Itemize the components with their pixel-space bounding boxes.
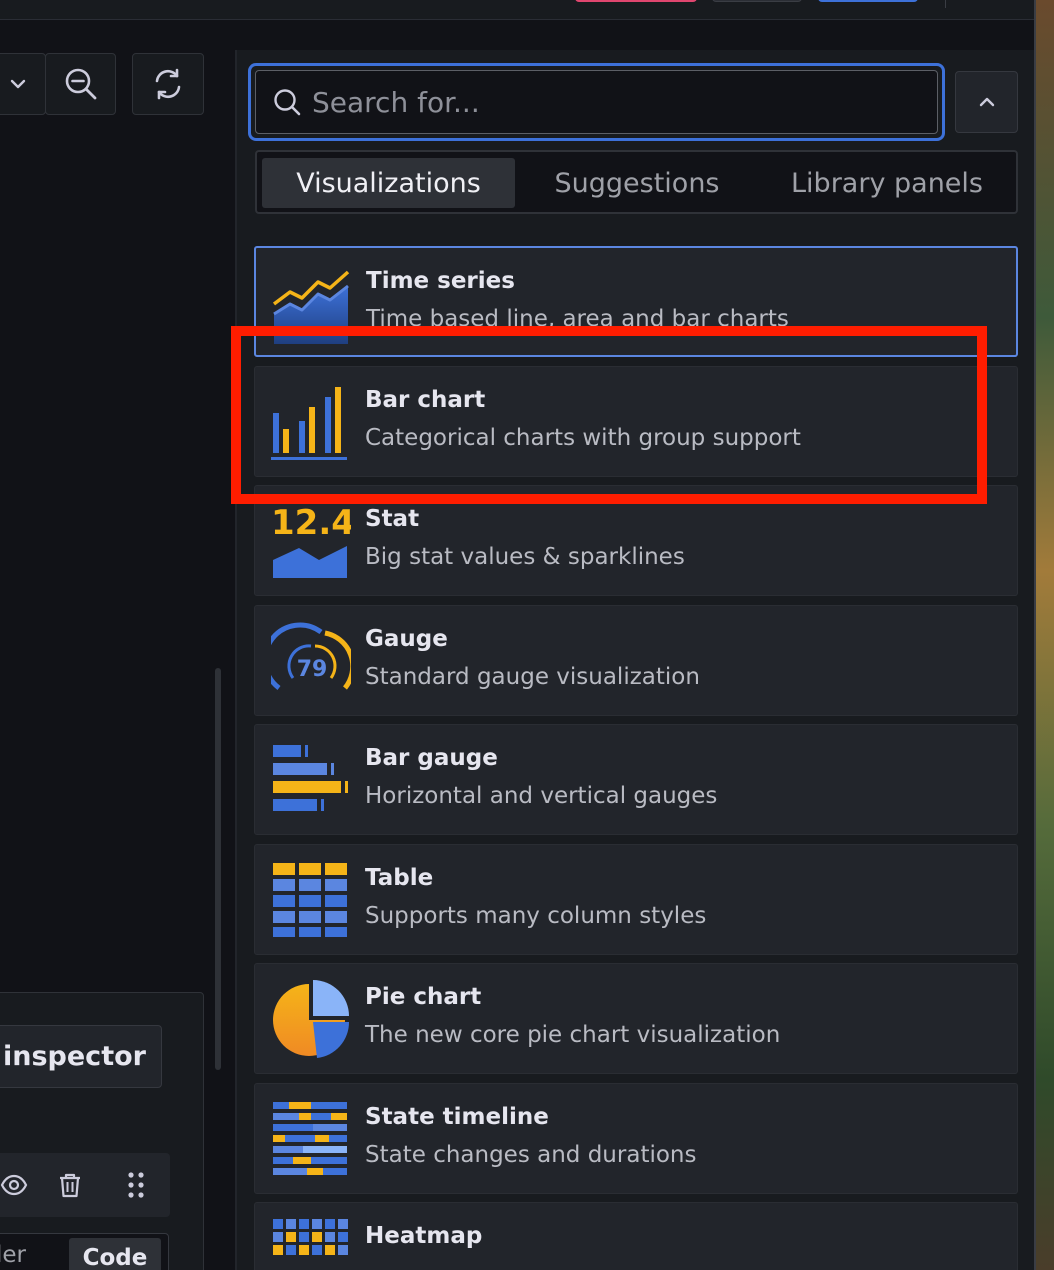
- zoom-out-button[interactable]: [45, 53, 116, 115]
- tab-suggestions[interactable]: Suggestions: [527, 158, 747, 208]
- viz-card-bar-chart[interactable]: Bar chart Categorical charts with group …: [254, 366, 1018, 477]
- viz-description: State changes and durations: [365, 1142, 697, 1168]
- viz-description: The new core pie chart visualization: [365, 1022, 781, 1048]
- table-icon: [273, 863, 347, 937]
- bar-gauge-icon: [273, 745, 348, 811]
- discard-button[interactable]: [575, 0, 697, 2]
- top-toolbar: [0, 0, 1036, 20]
- viz-card-pie-chart[interactable]: Pie chart The new core pie chart visuali…: [254, 963, 1018, 1074]
- search-field[interactable]: [248, 63, 945, 141]
- apply-button[interactable]: [818, 0, 918, 2]
- refresh-icon: [155, 68, 181, 100]
- query-inspector-label: inspector: [3, 1041, 146, 1072]
- viz-name: Table: [365, 865, 434, 891]
- viz-name: Gauge: [365, 626, 448, 652]
- zoom-out-icon: [65, 68, 96, 100]
- drag-handle-icon[interactable]: [118, 1167, 154, 1203]
- chevron-down-icon: [10, 79, 26, 89]
- viz-description: Standard gauge visualization: [365, 664, 700, 690]
- search-input[interactable]: [312, 85, 937, 119]
- gauge-icon: 79: [271, 622, 351, 690]
- svg-text:12.4: 12.4: [271, 503, 351, 543]
- chevron-up-icon: [979, 97, 994, 107]
- viz-name: Bar chart: [365, 387, 486, 413]
- editor-mode-toggle: ilder Code: [0, 1233, 169, 1270]
- viz-description: Big stat values & sparklines: [365, 544, 685, 570]
- desktop-wallpaper: [1036, 0, 1054, 1270]
- viz-name: State timeline: [365, 1104, 549, 1130]
- viz-description: Supports many column styles: [365, 903, 707, 929]
- viz-card-state-timeline[interactable]: State timeline State changes and duratio…: [254, 1083, 1018, 1194]
- viz-name: Heatmap: [365, 1223, 483, 1249]
- heatmap-icon: [273, 1219, 348, 1255]
- viz-card-bar-gauge[interactable]: Bar gauge Horizontal and vertical gauges: [254, 724, 1018, 835]
- viz-card-table[interactable]: Table Supports many column styles: [254, 844, 1018, 955]
- tab-visualizations[interactable]: Visualizations: [262, 158, 515, 208]
- picker-tabs: Visualizations Suggestions Library panel…: [255, 150, 1018, 214]
- pie-chart-icon: [273, 980, 350, 1058]
- viz-description: Time based line, area and bar charts: [366, 306, 789, 332]
- builder-mode-option[interactable]: ilder: [0, 1242, 26, 1268]
- svg-text:79: 79: [297, 657, 328, 682]
- visualization-list: Time series Time based line, area and ba…: [254, 246, 1018, 1270]
- viz-name: Bar gauge: [365, 745, 498, 771]
- time-series-icon: [272, 270, 350, 344]
- save-button[interactable]: [712, 0, 802, 2]
- viz-name: Stat: [365, 506, 420, 532]
- viz-card-stat[interactable]: 12.4 Stat Big stat values & sparklines: [254, 485, 1018, 596]
- refresh-button[interactable]: [132, 53, 204, 115]
- query-row-actions: [0, 1153, 170, 1217]
- trash-icon[interactable]: [52, 1167, 88, 1203]
- viz-card-gauge[interactable]: 79 Gauge Standard gauge visualization: [254, 605, 1018, 716]
- viz-name: Time series: [366, 268, 515, 294]
- viz-card-heatmap[interactable]: Heatmap: [254, 1202, 1018, 1270]
- viz-description: Categorical charts with group support: [365, 425, 801, 451]
- state-timeline-icon: [273, 1102, 347, 1175]
- viz-name: Pie chart: [365, 984, 482, 1010]
- viz-description: Horizontal and vertical gauges: [365, 783, 718, 809]
- collapse-picker-button[interactable]: [955, 71, 1018, 133]
- toolbar-divider: [945, 0, 946, 8]
- bar-chart-icon: [271, 387, 347, 460]
- time-range-dropdown[interactable]: [0, 53, 46, 115]
- eye-icon[interactable]: [0, 1167, 32, 1203]
- query-inspector-button[interactable]: inspector: [0, 1025, 162, 1088]
- viz-card-time-series[interactable]: Time series Time based line, area and ba…: [254, 246, 1018, 357]
- search-icon: [274, 89, 301, 116]
- editor-scrollbar[interactable]: [215, 668, 221, 1070]
- tab-library-panels[interactable]: Library panels: [767, 158, 1007, 208]
- code-mode-option[interactable]: Code: [69, 1238, 161, 1270]
- stat-icon: 12.4: [271, 503, 351, 578]
